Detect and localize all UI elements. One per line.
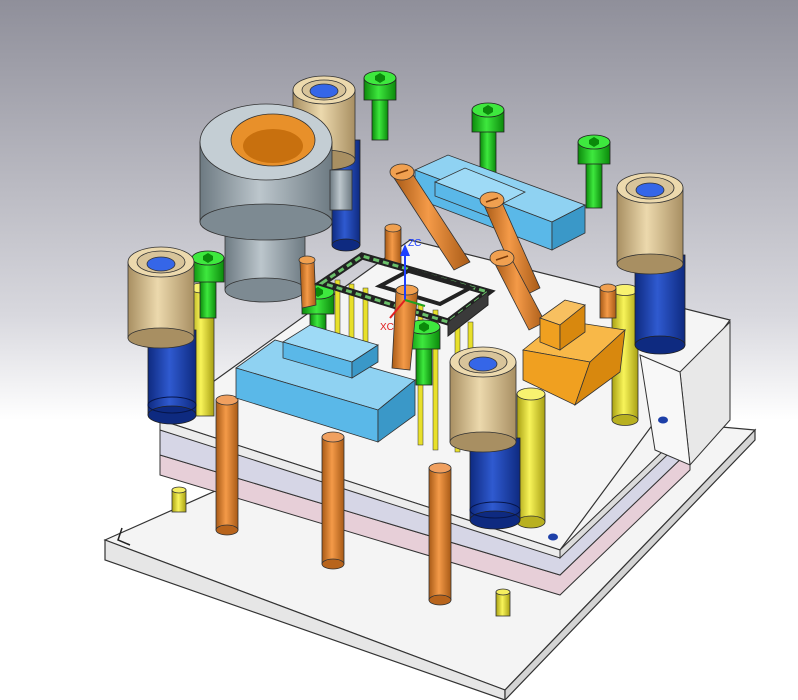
plate-hole <box>658 416 668 424</box>
return-pin-orange[interactable] <box>215 394 239 536</box>
angle-pin-orange[interactable] <box>599 283 617 319</box>
return-pin-orange[interactable] <box>428 462 452 606</box>
stud-yellow[interactable] <box>171 486 187 513</box>
return-pin-orange[interactable] <box>321 431 345 570</box>
support-pin-yellow[interactable] <box>516 387 546 529</box>
triad-z-label: ZC <box>408 238 421 249</box>
guide-bushing-front-left[interactable] <box>127 246 195 349</box>
cad-viewport[interactable]: ZC XC <box>0 0 798 700</box>
guide-bushing-front-right[interactable] <box>449 346 517 453</box>
stud-yellow[interactable] <box>495 588 511 617</box>
guide-bushing-right[interactable] <box>616 172 684 275</box>
triad-x-label: XC <box>380 322 394 333</box>
angle-pin-orange[interactable] <box>298 255 317 309</box>
plate-hole <box>548 533 558 541</box>
mold-assembly-model[interactable]: ZC XC <box>0 0 798 700</box>
